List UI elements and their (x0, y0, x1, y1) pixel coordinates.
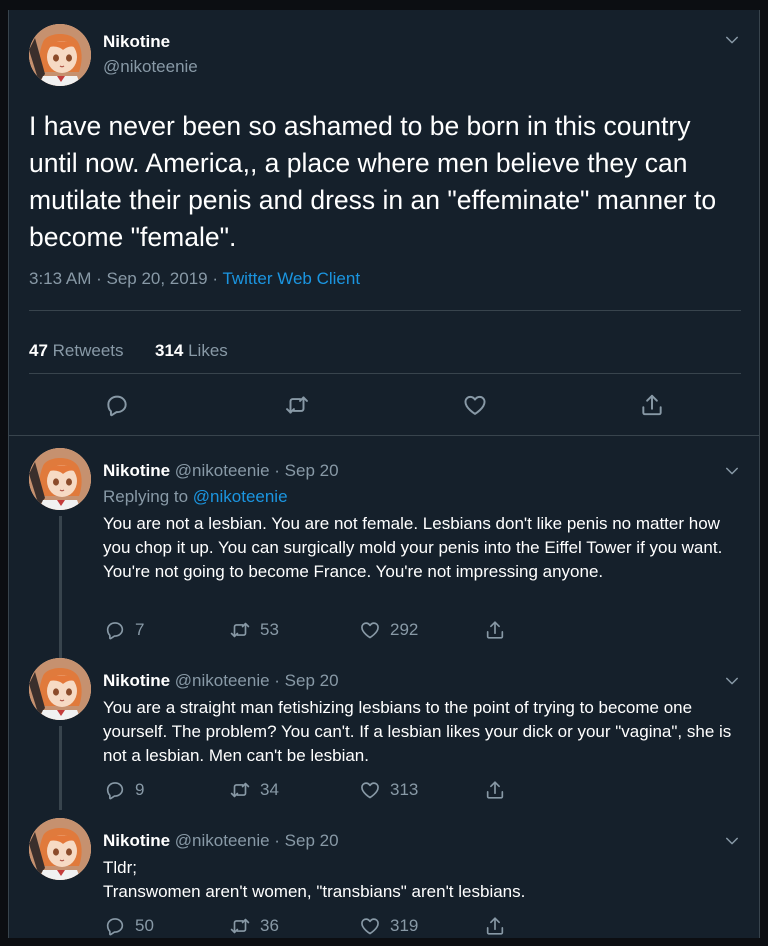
like-count: 313 (390, 780, 419, 799)
avatar[interactable] (29, 448, 91, 510)
replying-to-handle[interactable]: @nikoteenie (193, 487, 288, 506)
avatar[interactable] (29, 24, 91, 86)
reply-header: Nikotine @nikoteenie · Sep 20 (103, 461, 339, 481)
reply-icon (104, 779, 126, 801)
tweet-timestamp[interactable]: 3:13 AM · Sep 20, 2019 · (29, 269, 222, 288)
thread-connector (59, 516, 62, 666)
reply-text-line: Transwomen aren't women, "transbians" ar… (103, 882, 526, 901)
author-name[interactable]: Nikotine (103, 671, 170, 690)
heart-icon[interactable] (462, 392, 488, 418)
tweet-meta: 3:13 AM · Sep 20, 2019 · Twitter Web Cli… (29, 269, 360, 289)
share-icon (484, 779, 506, 801)
share-icon[interactable] (639, 392, 665, 418)
share-action[interactable] (484, 619, 506, 641)
share-action[interactable] (484, 915, 506, 937)
tweet-counts: 47 Retweets 314 Likes (29, 341, 228, 361)
divider (29, 310, 741, 311)
thread-connector (59, 726, 62, 810)
retweet-icon (229, 619, 251, 641)
retweet-icon[interactable] (284, 392, 310, 418)
retweet-action[interactable]: 34 (229, 779, 279, 801)
share-icon (484, 619, 506, 641)
author-handle[interactable]: @nikoteenie (103, 57, 198, 77)
retweet-action[interactable]: 36 (229, 915, 279, 937)
likes-count: 314 (154, 341, 184, 360)
avatar-image (29, 448, 91, 510)
retweet-icon (229, 779, 251, 801)
author-handle[interactable]: @nikoteenie (175, 831, 270, 850)
retweets-label: Retweets (47, 341, 124, 360)
like-count: 292 (390, 620, 419, 639)
likes-count-link[interactable]: 314 Likes (155, 341, 228, 360)
reply-date[interactable]: · Sep 20 (270, 831, 338, 850)
retweet-count: 34 (260, 780, 279, 799)
tweet-text: I have never been so ashamed to be born … (29, 111, 717, 252)
like-action[interactable]: 313 (359, 779, 418, 801)
reply-action[interactable]: 7 (104, 619, 144, 641)
reply-count: 7 (135, 620, 145, 639)
chevron-down-icon[interactable] (723, 832, 741, 850)
share-icon (484, 915, 506, 937)
reply-action[interactable]: 50 (104, 915, 154, 937)
reply-tweet[interactable]: Nikotine @nikoteenie · Sep 20 Tldr; Tran… (9, 806, 759, 938)
like-action[interactable]: 319 (359, 915, 418, 937)
share-action[interactable] (484, 779, 506, 801)
tweet-client-link[interactable]: Twitter Web Client (222, 269, 360, 288)
avatar-image (29, 658, 91, 720)
replying-to-label: Replying to (103, 487, 193, 506)
retweets-count-link[interactable]: 47 Retweets (29, 341, 124, 360)
chevron-down-icon[interactable] (723, 462, 741, 480)
retweets-count: 47 (29, 341, 48, 360)
avatar-image (29, 24, 91, 86)
reply-text: You are a straight man fetishizing lesbi… (103, 698, 732, 765)
reply-header: Nikotine @nikoteenie · Sep 20 (103, 671, 339, 691)
reply-count: 50 (135, 916, 154, 935)
reply-action[interactable]: 9 (104, 779, 144, 801)
tweet-thread-card: Nikotine @nikoteenie I have never been s… (8, 10, 760, 938)
likes-label: Likes (183, 341, 228, 360)
reply-text: You are not a lesbian. You are not femal… (103, 514, 723, 581)
reply-text: Tldr; Transwomen aren't women, "transbia… (103, 856, 743, 904)
retweet-action[interactable]: 53 (229, 619, 279, 641)
reply-icon (104, 619, 126, 641)
like-action[interactable]: 292 (359, 619, 418, 641)
reply-header: Nikotine @nikoteenie · Sep 20 (103, 831, 339, 851)
like-count: 319 (390, 916, 419, 935)
chevron-down-icon[interactable] (723, 31, 741, 49)
reply-icon (104, 915, 126, 937)
reply-date[interactable]: · Sep 20 (270, 461, 338, 480)
author-handle[interactable]: @nikoteenie (175, 671, 270, 690)
divider (29, 373, 741, 374)
author-name[interactable]: Nikotine (103, 32, 170, 52)
reply-tweet[interactable]: Nikotine @nikoteenie · Sep 20 You are a … (9, 646, 759, 810)
heart-icon (359, 779, 381, 801)
avatar[interactable] (29, 658, 91, 720)
reply-date[interactable]: · Sep 20 (270, 671, 338, 690)
retweet-icon (229, 915, 251, 937)
reply-icon[interactable] (104, 392, 130, 418)
replying-to: Replying to @nikoteenie (103, 487, 288, 507)
chevron-down-icon[interactable] (723, 672, 741, 690)
author-name[interactable]: Nikotine (103, 831, 170, 850)
heart-icon (359, 915, 381, 937)
retweet-count: 36 (260, 916, 279, 935)
avatar-image (29, 818, 91, 880)
author-name[interactable]: Nikotine (103, 461, 170, 480)
reply-tweet[interactable]: Nikotine @nikoteenie · Sep 20 Replying t… (9, 436, 759, 666)
avatar[interactable] (29, 818, 91, 880)
heart-icon (359, 619, 381, 641)
retweet-count: 53 (260, 620, 279, 639)
author-handle[interactable]: @nikoteenie (175, 461, 270, 480)
reply-text-line: Tldr; (103, 858, 137, 877)
reply-count: 9 (135, 780, 145, 799)
